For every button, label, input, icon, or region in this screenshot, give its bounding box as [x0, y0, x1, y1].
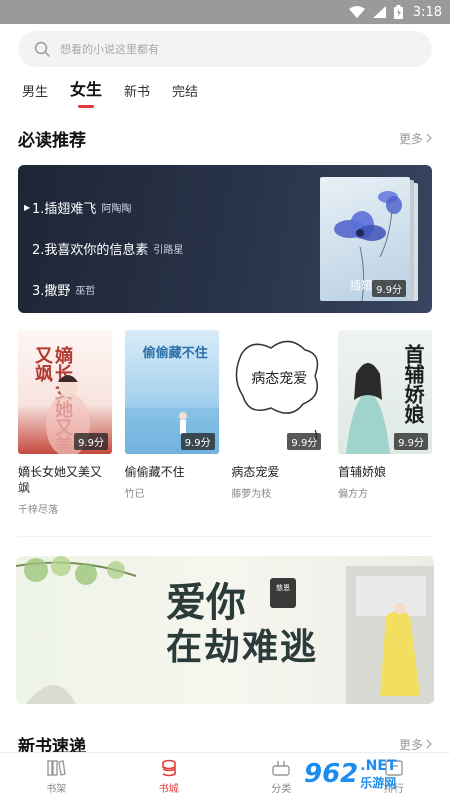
ranking-card: ▶ 1.插翅难飞 阿陶陶 2.我喜欢你的信息素 引路星 3.撒野 巫哲 插翅难飞: [18, 165, 432, 313]
ranking-title: 3.撒野: [32, 284, 71, 299]
play-marker-icon: ▶: [24, 203, 31, 212]
ranking-title: 2.我喜欢你的信息素: [32, 243, 149, 258]
score-badge: 9.9分: [74, 433, 108, 450]
book-cover: 嫡长女她又美又飒 9.9分: [18, 330, 112, 454]
score-badge: 9.9分: [372, 280, 406, 297]
banner-title-line2: 在劫难逃: [166, 626, 319, 668]
cover-art-text: 病态宠爱: [251, 371, 308, 387]
search-input[interactable]: 想看的小说这里都有: [18, 31, 432, 67]
banner-seal: 慈恩: [270, 578, 296, 608]
signal-icon: [372, 6, 386, 18]
bookshelf-icon: [47, 759, 67, 776]
status-bar: 3:18: [0, 0, 450, 24]
book-cover: 偷偷藏不住 9.9分: [124, 330, 219, 454]
divider: [18, 536, 432, 537]
book-author: 偏方方: [337, 489, 368, 500]
score-badge: 9.9分: [394, 433, 428, 450]
ranking-title: 1.插翅难飞: [32, 202, 97, 217]
more-link[interactable]: 更多: [399, 130, 432, 147]
book-item[interactable]: 嫡长女她又美又飒 9.9分 嫡长女她又美又飒 千梓尽落: [18, 330, 112, 516]
watermark-cn: 乐游网: [360, 775, 397, 790]
ranking-author: 引路星: [153, 245, 184, 256]
tab-label: 女生: [70, 80, 103, 99]
bookstore-icon: [161, 759, 176, 776]
book-author: 千梓尽落: [18, 505, 58, 516]
active-tab-indicator: [78, 105, 95, 108]
ranking-item[interactable]: ▶ 1.插翅难飞 阿陶陶: [24, 187, 183, 228]
nav-bookstore[interactable]: 书城: [113, 753, 226, 800]
book-title: 偷偷藏不住: [124, 465, 185, 479]
status-time: 3:18: [412, 4, 442, 20]
search-icon: [34, 41, 50, 57]
ranking-item[interactable]: 2.我喜欢你的信息素 引路星: [24, 228, 183, 269]
chevron-right-icon: [426, 739, 432, 749]
featured-cover[interactable]: 插翅难飞 9.9分: [320, 177, 410, 301]
watermark-net: .NET: [360, 757, 397, 774]
nav-label: 分类: [271, 783, 292, 795]
must-read-header: 必读推荐 更多: [18, 126, 432, 151]
tab-finished[interactable]: 完结: [172, 81, 198, 105]
book-cover: 首辅娇娘 9.9分: [337, 330, 432, 454]
book-title: 首辅娇娘: [337, 465, 386, 479]
more-label: 更多: [398, 737, 423, 752]
book-item[interactable]: 首辅娇娘 9.9分 首辅娇娘 偏方方: [337, 330, 432, 516]
promo-banner[interactable]: 爱你 慈恩 在劫难逃: [16, 556, 434, 704]
site-watermark: 962 .NET 乐游网: [304, 752, 444, 796]
nav-label: 书城: [158, 783, 179, 795]
ranking-list: ▶ 1.插翅难飞 阿陶陶 2.我喜欢你的信息素 引路星 3.撒野 巫哲: [24, 187, 183, 310]
book-grid: 嫡长女她又美又飒 9.9分 嫡长女她又美又飒 千梓尽落 偷偷藏不住 9.9分 偷…: [18, 330, 432, 516]
score-badge: 9.9分: [180, 433, 215, 450]
book-item[interactable]: 病态宠爱 9.9分 病态宠爱 藤萝为枝: [231, 330, 326, 516]
watermark-logo: 962: [304, 759, 359, 789]
nav-bookshelf[interactable]: 书架: [0, 753, 113, 800]
tab-female[interactable]: 女生: [70, 78, 103, 108]
section-title: 必读推荐: [18, 130, 86, 151]
tab-label: 男生: [22, 85, 49, 100]
more-link[interactable]: 更多: [399, 736, 432, 753]
score-badge: 9.9分: [287, 433, 322, 450]
ranking-author: 巫哲: [75, 286, 96, 297]
search-placeholder: 想看的小说这里都有: [60, 43, 159, 56]
tab-male[interactable]: 男生: [22, 81, 48, 105]
status-icons: 3:18: [348, 0, 442, 24]
book-author: 竹已: [124, 489, 145, 500]
tab-label: 新书: [124, 85, 151, 100]
tab-new[interactable]: 新书: [124, 81, 150, 105]
battery-icon: [393, 5, 403, 19]
book-title: 病态宠爱: [231, 465, 280, 479]
book-cover: 病态宠爱 9.9分: [231, 330, 326, 454]
book-author: 藤萝为枝: [231, 489, 272, 500]
book-item[interactable]: 偷偷藏不住 9.9分 偷偷藏不住 竹已: [124, 330, 219, 516]
more-label: 更多: [398, 131, 423, 146]
ranking-item[interactable]: 3.撒野 巫哲: [24, 269, 183, 310]
nav-label: 书架: [46, 783, 67, 795]
category-tabs: 男生 女生 新书 完结: [22, 78, 220, 108]
category-icon: [272, 760, 290, 776]
tab-label: 完结: [172, 85, 199, 100]
book-title: 嫡长女她又美又飒: [18, 465, 103, 495]
ranking-author: 阿陶陶: [101, 204, 132, 215]
chevron-right-icon: [426, 133, 432, 143]
wifi-icon: [348, 6, 365, 18]
cover-art-text: 首辅娇娘: [400, 344, 425, 424]
